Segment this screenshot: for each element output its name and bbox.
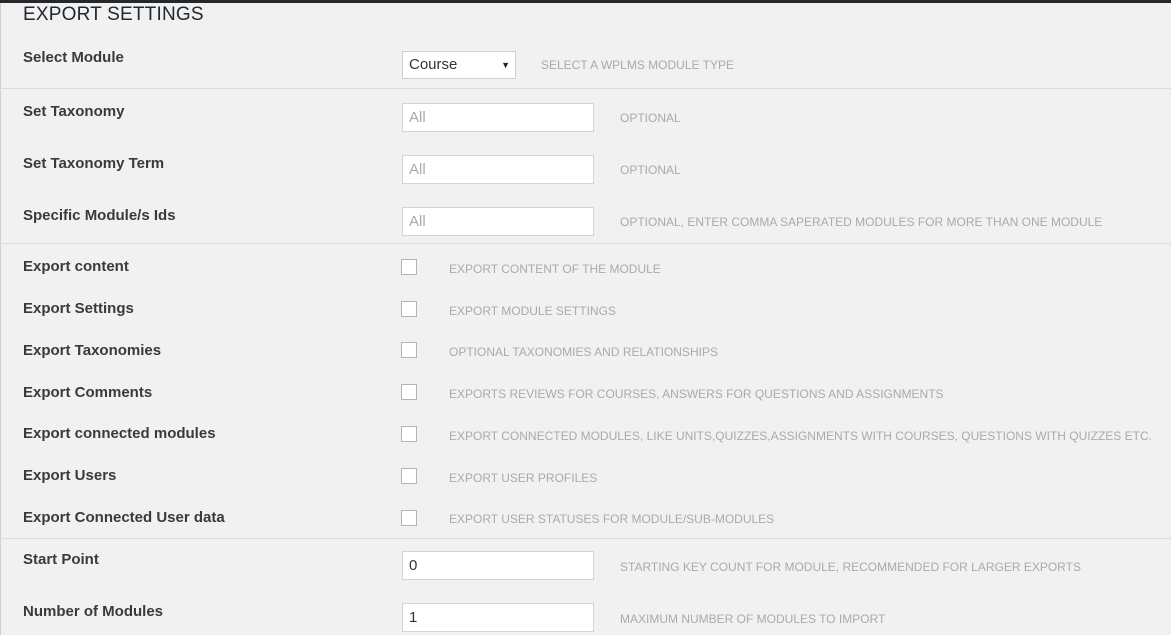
export-content-label: Export content xyxy=(23,258,129,275)
row-export-content: Export content EXPORT CONTENT OF THE MOD… xyxy=(0,244,1171,286)
export-settings-checkbox[interactable] xyxy=(401,301,417,317)
set-taxonomy-input[interactable] xyxy=(402,103,594,132)
set-taxonomy-term-input[interactable] xyxy=(402,155,594,184)
row-export-comments: Export Comments EXPORTS REVIEWS FOR COUR… xyxy=(0,370,1171,412)
module-type-selected-value: Course xyxy=(409,56,458,73)
export-users-description: EXPORT USER PROFILES xyxy=(449,471,598,485)
select-module-label: Select Module xyxy=(23,49,124,66)
start-point-label: Start Point xyxy=(23,551,99,568)
export-taxonomies-description: OPTIONAL TAXONOMIES AND RELATIONSHIPS xyxy=(449,345,718,359)
export-settings-label: Export Settings xyxy=(23,300,134,317)
number-of-modules-description: MAXIMUM NUMBER OF MODULES TO IMPORT xyxy=(620,612,886,626)
row-export-taxonomies: Export Taxonomies OPTIONAL TAXONOMIES AN… xyxy=(0,328,1171,370)
export-content-description: EXPORT CONTENT OF THE MODULE xyxy=(449,262,661,276)
row-select-module: Select Module Course ▼ SELECT A WPLMS MO… xyxy=(0,40,1171,89)
export-connected-user-data-checkbox[interactable] xyxy=(401,510,417,526)
specific-module-ids-description: OPTIONAL, ENTER COMMA SAPERATED MODULES … xyxy=(620,215,1103,229)
export-taxonomies-label: Export Taxonomies xyxy=(23,342,162,359)
export-comments-description: EXPORTS REVIEWS FOR COURSES, ANSWERS FOR… xyxy=(449,387,944,401)
export-connected-modules-description: EXPORT CONNECTED MODULES, LIKE UNITS,QUI… xyxy=(449,429,1152,443)
export-connected-user-data-label: Export Connected User data xyxy=(23,509,225,526)
export-users-checkbox[interactable] xyxy=(401,468,417,484)
start-point-description: STARTING KEY COUNT FOR MODULE, RECOMMEND… xyxy=(620,560,1081,574)
export-content-checkbox[interactable] xyxy=(401,259,417,275)
row-specific-module-ids: Specific Module/s Ids OPTIONAL, ENTER CO… xyxy=(0,193,1171,244)
export-settings-description: EXPORT MODULE SETTINGS xyxy=(449,304,616,318)
row-export-connected-user-data: Export Connected User data EXPORT USER S… xyxy=(0,496,1171,539)
export-users-label: Export Users xyxy=(23,467,117,484)
export-comments-checkbox[interactable] xyxy=(401,384,417,400)
specific-module-ids-input[interactable] xyxy=(402,207,594,236)
select-module-description: SELECT A WPLMS MODULE TYPE xyxy=(541,58,734,72)
number-of-modules-label: Number of Modules xyxy=(23,603,164,620)
export-taxonomies-checkbox[interactable] xyxy=(401,342,417,358)
row-export-settings: Export Settings EXPORT MODULE SETTINGS xyxy=(0,286,1171,328)
dropdown-arrow-icon: ▼ xyxy=(501,60,510,70)
row-set-taxonomy: Set Taxonomy OPTIONAL xyxy=(0,89,1171,141)
row-export-users: Export Users EXPORT USER PROFILES xyxy=(0,454,1171,496)
set-taxonomy-term-description: OPTIONAL xyxy=(620,163,681,177)
row-set-taxonomy-term: Set Taxonomy Term OPTIONAL xyxy=(0,141,1171,193)
row-number-of-modules: Number of Modules MAXIMUM NUMBER OF MODU… xyxy=(0,591,1171,635)
number-of-modules-input[interactable] xyxy=(402,603,594,632)
set-taxonomy-term-label: Set Taxonomy Term xyxy=(23,155,165,172)
export-connected-user-data-description: EXPORT USER STATUSES FOR MODULE/SUB-MODU… xyxy=(449,512,775,526)
start-point-input[interactable] xyxy=(402,551,594,580)
export-connected-modules-checkbox[interactable] xyxy=(401,426,417,442)
admin-top-bar xyxy=(0,0,1171,3)
module-type-select[interactable]: Course ▼ xyxy=(402,51,516,79)
export-comments-label: Export Comments xyxy=(23,384,153,401)
set-taxonomy-description: OPTIONAL xyxy=(620,111,681,125)
page-title: EXPORT SETTINGS xyxy=(23,4,204,25)
specific-module-ids-label: Specific Module/s Ids xyxy=(23,207,176,224)
set-taxonomy-label: Set Taxonomy xyxy=(23,103,125,120)
row-start-point: Start Point STARTING KEY COUNT FOR MODUL… xyxy=(0,539,1171,591)
export-connected-modules-label: Export connected modules xyxy=(23,425,216,442)
row-export-connected-modules: Export connected modules EXPORT CONNECTE… xyxy=(0,412,1171,454)
